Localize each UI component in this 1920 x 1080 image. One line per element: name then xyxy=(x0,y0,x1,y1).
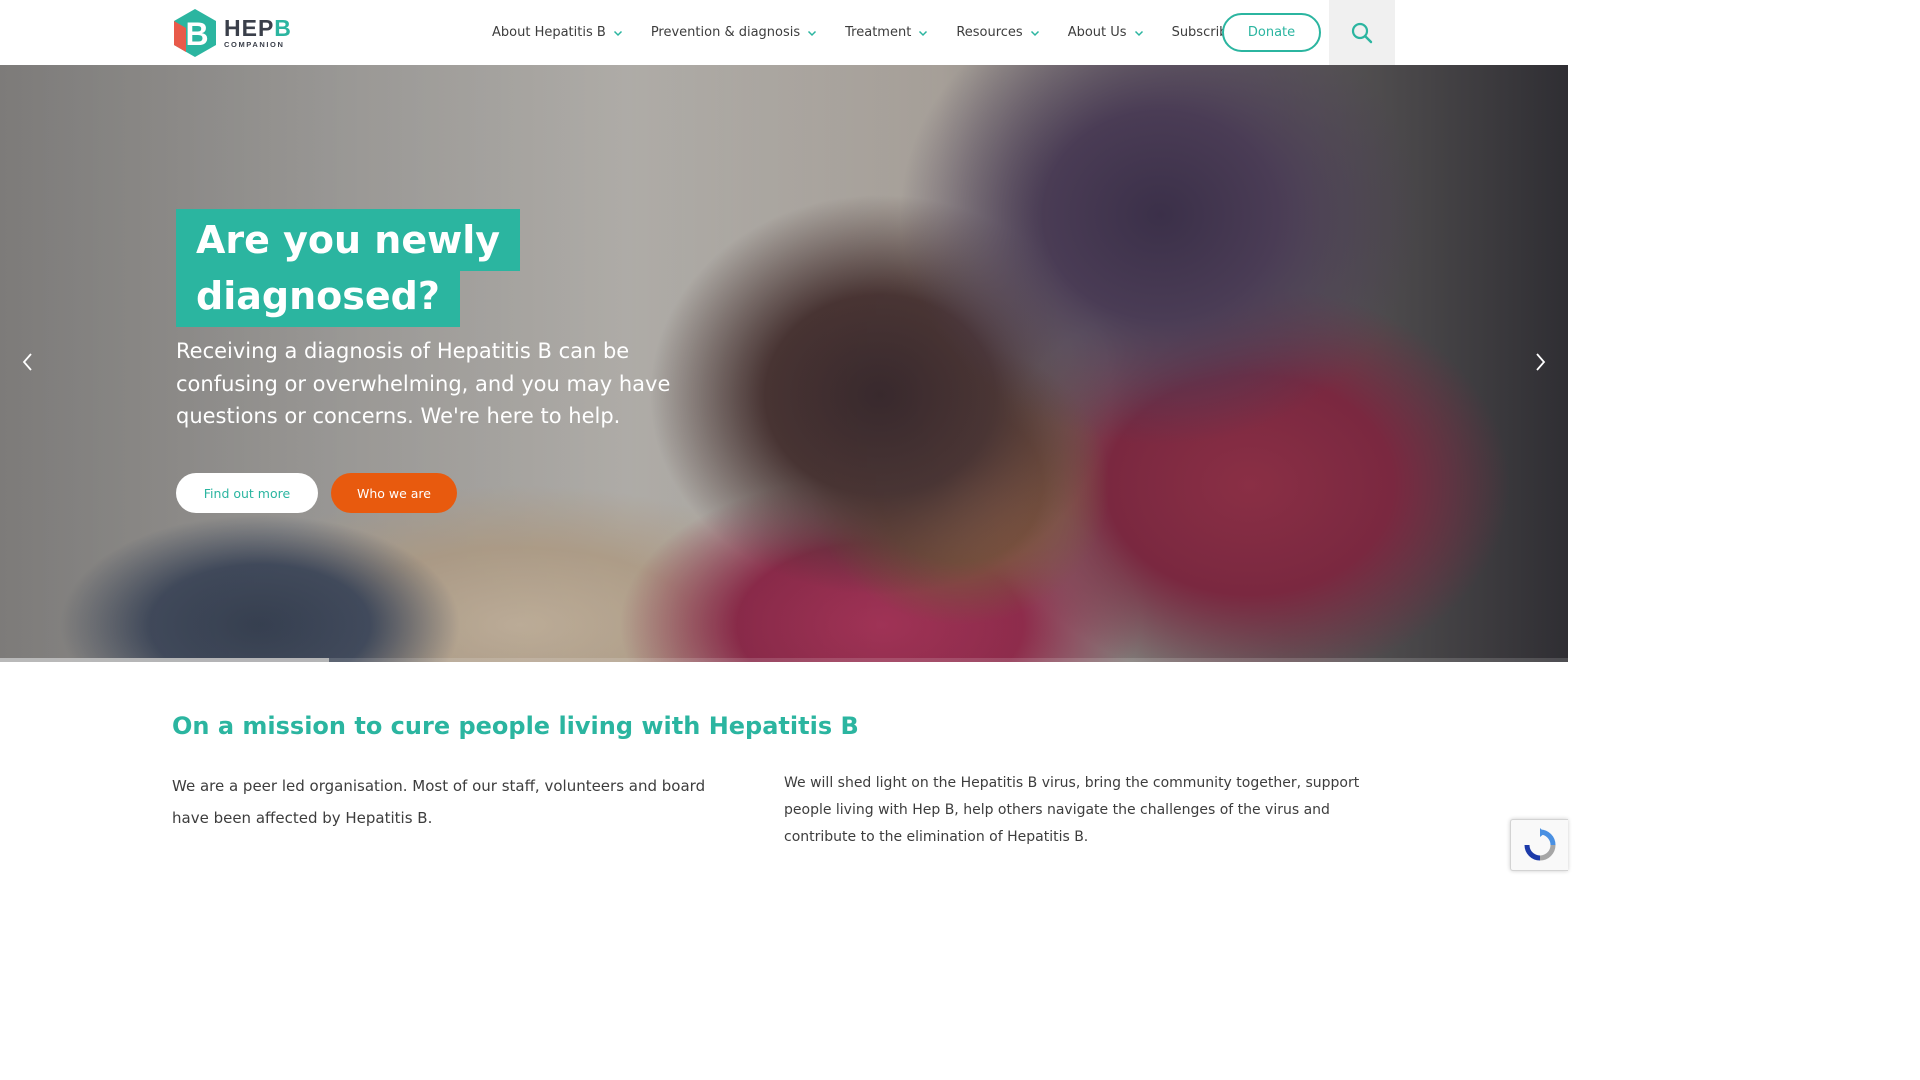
logo-wordmark: HEPB COMPANION xyxy=(224,17,292,49)
chevron-down-icon xyxy=(613,30,622,36)
nav-about-hepatitis-b[interactable]: About Hepatitis B xyxy=(492,25,623,40)
slider-next-button[interactable] xyxy=(1528,350,1552,374)
nav-label: Treatment xyxy=(845,25,912,40)
search-button[interactable] xyxy=(1329,0,1395,65)
nav-label: Prevention & diagnosis xyxy=(650,25,801,40)
logo-sub-text: COMPANION xyxy=(224,40,285,50)
chevron-left-icon xyxy=(22,353,32,371)
nav-about-us[interactable]: About Us xyxy=(1068,25,1144,40)
slider-progress-fill xyxy=(0,658,330,662)
site-header: B HEPB COMPANION About Hepatitis B Preve… xyxy=(0,0,1568,65)
chevron-down-icon xyxy=(1134,30,1143,36)
hero-title-line-1: Are you newly xyxy=(176,209,521,271)
find-out-more-button[interactable]: Find out more xyxy=(176,473,318,513)
slider-progress-bar xyxy=(0,658,1568,662)
mission-left-text: We are a peer led organisation. Most of … xyxy=(172,777,706,827)
mission-right-text: We will shed light on the Hepatitis B vi… xyxy=(784,775,1360,845)
hero-title: Are you newly diagnosed? xyxy=(176,209,521,327)
mission-heading: On a mission to cure people living with … xyxy=(172,712,859,740)
svg-text:B: B xyxy=(185,16,208,52)
hero-subtitle: Receiving a diagnosis of Hepatitis B can… xyxy=(176,339,671,428)
recaptcha-badge[interactable] xyxy=(1510,819,1568,871)
search-icon xyxy=(1351,22,1373,43)
nav-label: About Hepatitis B xyxy=(492,25,606,40)
main-nav: About Hepatitis B Prevention & diagnosis… xyxy=(492,0,1263,65)
chevron-down-icon xyxy=(808,30,817,36)
nav-label: Resources xyxy=(956,25,1023,40)
chevron-down-icon xyxy=(1030,30,1039,36)
logo-accent-text: B xyxy=(274,15,292,42)
nav-prevention-diagnosis[interactable]: Prevention & diagnosis xyxy=(651,25,817,40)
hero-title-line-2: diagnosed? xyxy=(176,271,460,327)
nav-label: About Us xyxy=(1067,25,1127,40)
recaptcha-icon xyxy=(1524,828,1555,861)
chevron-down-icon xyxy=(919,30,928,36)
donate-button[interactable]: Donate xyxy=(1222,13,1321,52)
hero-slider: Are you newly diagnosed? Receiving a dia… xyxy=(0,65,1568,662)
chevron-right-icon xyxy=(1536,353,1546,371)
slider-prev-button[interactable] xyxy=(16,350,40,374)
hepb-logo-icon: B xyxy=(172,8,218,58)
nav-treatment[interactable]: Treatment xyxy=(845,25,928,40)
who-we-are-button[interactable]: Who we are xyxy=(331,473,457,513)
nav-resources[interactable]: Resources xyxy=(956,25,1039,40)
site-logo[interactable]: B HEPB COMPANION xyxy=(172,8,291,58)
logo-main-text: HEP xyxy=(224,15,275,42)
